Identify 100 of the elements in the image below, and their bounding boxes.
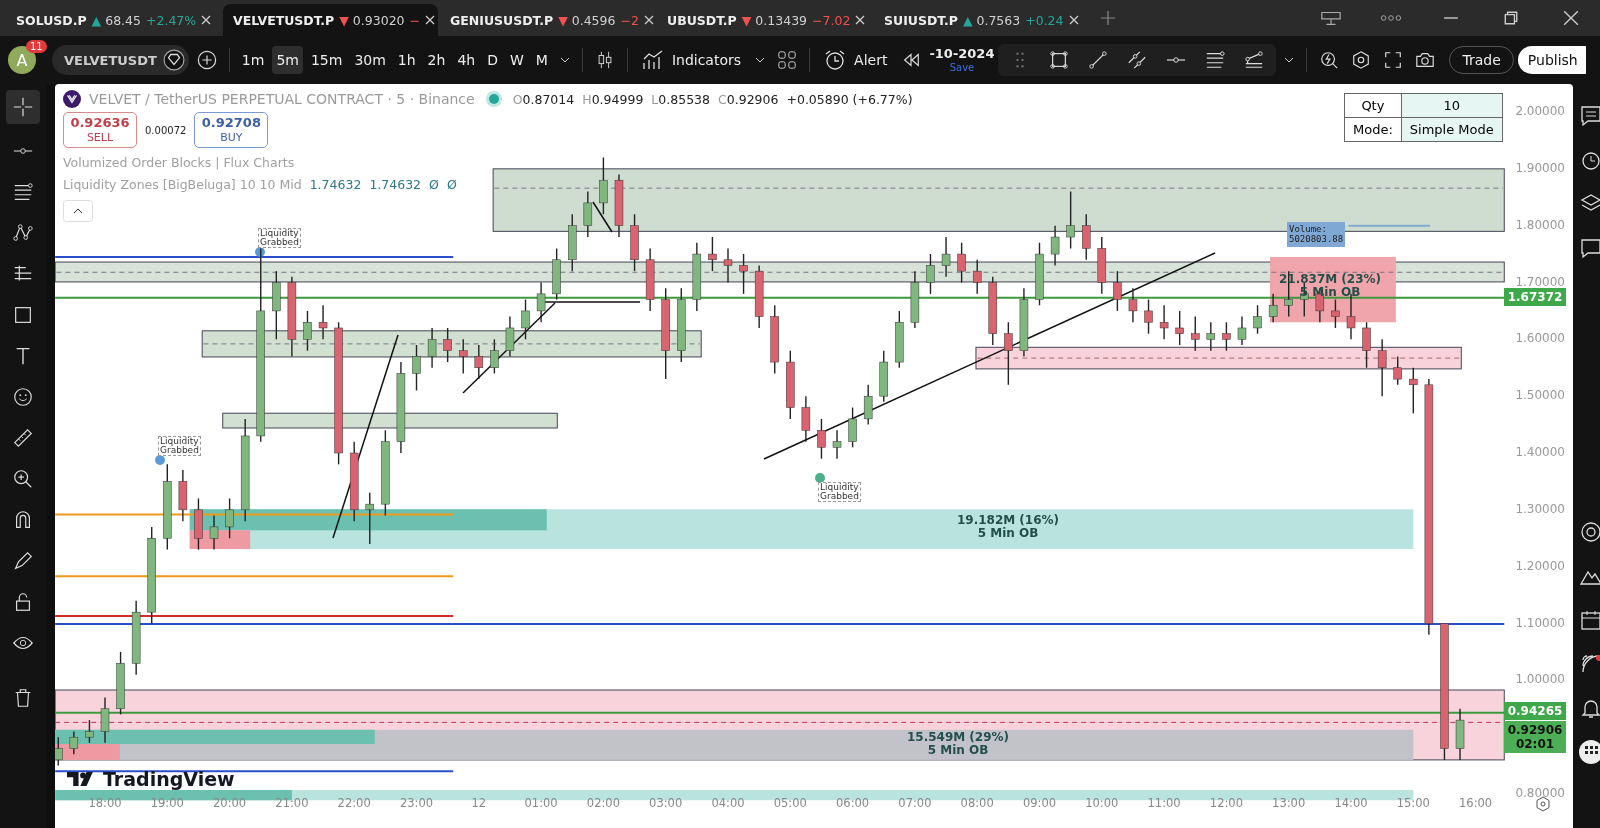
indicators-button[interactable]: Indicators [635,45,748,75]
camera-icon[interactable] [1415,50,1436,70]
symbol-tab[interactable]: SOLUSD.P ▲ 68.45 +2.47% [6,4,221,36]
time-axis-label: 21:00 [274,796,310,810]
time-axis-label: 02:00 [585,796,621,810]
ohlc-value: L0.85538 [651,91,710,107]
interval-button[interactable]: 30m [350,46,390,74]
price-axis-label: 1.60000 [1515,331,1565,346]
tab-change: +2.47% [146,12,197,28]
time-axis-label: 12:00 [1208,796,1244,810]
grid-icon[interactable] [777,50,798,70]
symbol-tab[interactable]: UBUSDT.P ▼ 0.13439 −7.02 [657,4,872,36]
indicator-value: 1.74632 [309,177,362,192]
add-icon[interactable] [196,50,217,70]
target-icon[interactable] [1579,520,1600,544]
time-axis-label: 16:00 [1458,796,1494,810]
alert-button[interactable]: Alert [818,45,894,75]
settings-icon[interactable] [1351,50,1372,70]
alarm-clock-icon [824,49,847,71]
chevron-down-icon[interactable] [755,56,766,64]
candlestick [832,429,842,460]
candlestick [801,395,811,443]
candlestick [1144,298,1153,335]
rectangle-icon[interactable] [1049,50,1070,70]
price-axis-label: 1.50000 [1515,388,1565,403]
time-axis-label: 13:00 [1271,796,1307,810]
candlestick [1393,355,1402,386]
price-tag: 0.94265 [1504,702,1566,720]
tab-symbol: SOLUSD.P [16,12,87,28]
candlestick [1268,293,1278,323]
candlestick [1377,338,1387,397]
interval-button[interactable]: 1h [393,46,420,74]
sell-button[interactable]: 0.92636 SELL [63,112,137,148]
interval-button[interactable]: 1m [237,46,269,74]
time-axis-label: 22:00 [336,796,372,810]
liquidity-label: Liquidity Grabbed [158,436,201,456]
price-axis-label: 2.00000 [1515,104,1565,118]
parallel-lines-icon[interactable] [1127,50,1148,70]
tab-symbol: GENIUSUSDT.P [450,12,554,28]
candlestick [957,242,966,284]
trend-line-icon[interactable] [1088,50,1109,70]
indicator-value: Ø [446,177,457,192]
price-axis-label: 1.90000 [1515,160,1565,175]
pitchfork-icon[interactable] [1244,50,1265,70]
candlestick [458,338,468,375]
layout-icon[interactable] [1320,10,1342,26]
close-icon[interactable] [425,15,436,25]
notification-badge: 11 [26,40,47,53]
market-open-dot [488,94,499,104]
candlestick [1362,321,1371,369]
interval-button[interactable]: D [483,46,502,74]
symbol-tab[interactable]: VELVETUSDT.P ▼ 0.93020 − [223,4,438,36]
chat-icon[interactable] [1579,236,1600,260]
interval-button[interactable]: 4h [453,46,480,74]
candlestick [412,344,421,392]
time-axis-label: 23:00 [398,796,435,810]
symbol-search[interactable]: VELVETUSDT [52,45,189,75]
calendar-icon[interactable] [1579,608,1600,632]
candlestick [55,736,63,767]
time-axis-label: 01:00 [523,796,559,810]
tab-price: ▼ 0.4596 [558,12,616,28]
interval-button[interactable]: 2h [423,46,450,74]
close-icon[interactable] [643,15,654,25]
chevron-down-icon[interactable] [1284,56,1295,64]
candlestick [1409,367,1418,414]
tab-change: +0.24 [1025,12,1064,28]
price-axis-label: 1.00000 [1515,672,1565,687]
symbol-tab[interactable]: GENIUSUSDT.P ▼ 0.4596 −2 [440,4,655,36]
close-icon[interactable] [855,15,866,25]
logo-text: TradingView [103,768,235,790]
liquidity-label: Liquidity Grabbed [258,228,301,248]
add-tab-icon[interactable] [1101,11,1115,25]
apps-icon[interactable] [1579,740,1600,764]
close-icon[interactable] [1069,15,1079,25]
candlestick [100,696,110,744]
indicator-value: 1.74632 [369,177,422,192]
candlestick [972,259,982,295]
interval-button[interactable]: M [531,46,552,74]
close-icon[interactable] [201,15,212,25]
indicator-value: Ø [429,177,439,192]
time-axis-label: 20:00 [212,796,248,810]
save-link[interactable]: Save [949,61,975,73]
chevron-down-icon[interactable] [559,56,570,64]
interval-button[interactable]: 15m [306,46,347,74]
interval-button[interactable]: 5m [272,46,303,74]
price-axis-label: 1.30000 [1515,501,1565,516]
fib-levels-icon[interactable] [1205,50,1226,70]
ohlc-value: C0.92906 [718,91,779,107]
buy-button[interactable]: 0.92708 BUY [194,112,269,148]
fullscreen-icon[interactable] [1383,50,1404,70]
candlestick [1191,315,1200,352]
time-axis-label: 14:00 [1333,796,1369,810]
time-axis-label: 10:00 [1084,796,1120,810]
watchlist-icon[interactable] [1579,104,1600,128]
symbol-tab[interactable]: SUIUSDT.P ▲ 0.7563 +0.24 [874,4,1089,36]
interval-button[interactable]: W [505,46,528,74]
lightning-search-icon[interactable] [1319,50,1340,70]
rewind-icon[interactable] [901,50,922,70]
crosshair-icon[interactable] [6,90,40,124]
publish-button[interactable]: Publish [1517,46,1586,74]
